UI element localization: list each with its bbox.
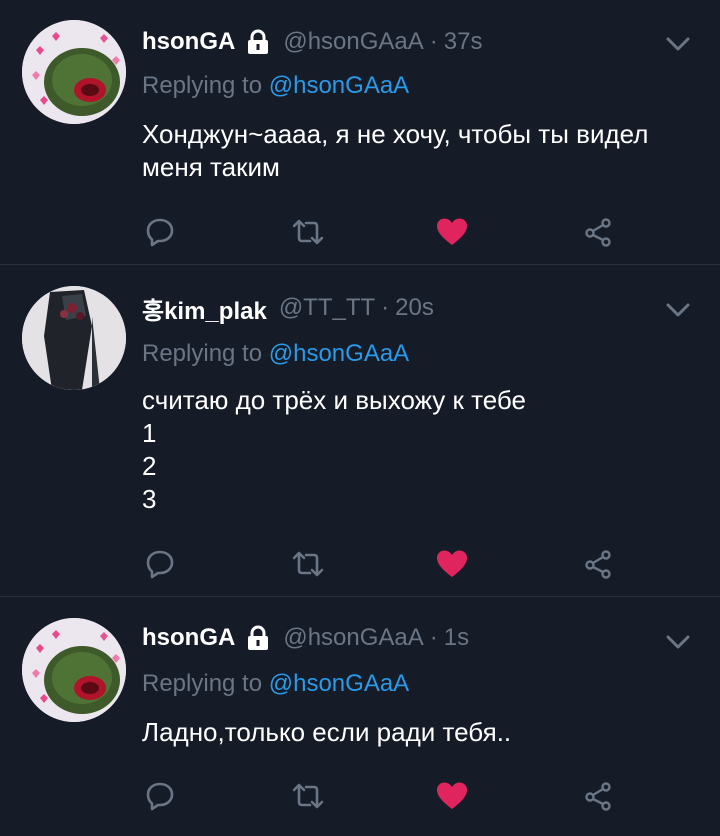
username[interactable]: @TT_TT: [279, 294, 375, 322]
reply-icon[interactable]: [140, 776, 180, 816]
retweet-icon[interactable]: [288, 776, 328, 816]
tweet-text-line: считаю до трёх и выхожу к тебе: [142, 385, 526, 415]
display-name[interactable]: 홍kim_plak: [142, 291, 267, 326]
tweet[interactable]: hsonGA @hsonGAaA · 37s Replying to @hson…: [0, 0, 720, 265]
tweet-actions: [0, 776, 720, 816]
username[interactable]: @hsonGAaA: [283, 28, 423, 56]
retweet-icon[interactable]: [288, 212, 328, 252]
replying-to: Replying to @hsonGAaA: [142, 670, 409, 698]
share-icon[interactable]: [578, 544, 618, 584]
chevron-down-icon[interactable]: [662, 294, 694, 326]
tweet-text: считаю до трёх и выхожу к тебе 1 2 3: [142, 384, 702, 516]
lock-icon: [245, 29, 271, 55]
chevron-down-icon[interactable]: [662, 28, 694, 60]
share-icon[interactable]: [578, 776, 618, 816]
tweet-header: hsonGA @hsonGAaA · 37s: [142, 22, 482, 62]
mention-link[interactable]: @hsonGAaA: [269, 72, 409, 99]
heart-icon[interactable]: [432, 544, 472, 584]
tweet-text-line: Ладно,только если ради тебя..: [142, 717, 512, 747]
tweet-header: 홍kim_plak @TT_TT · 20s: [142, 288, 434, 328]
timestamp[interactable]: 20s: [395, 294, 434, 322]
replying-prefix: Replying to: [142, 670, 269, 697]
display-name[interactable]: hsonGA: [142, 28, 235, 56]
tweet-actions: [0, 212, 720, 252]
timeline: hsonGA @hsonGAaA · 37s Replying to @hson…: [0, 0, 720, 836]
share-icon[interactable]: [578, 212, 618, 252]
lock-icon: [245, 625, 271, 651]
mention-link[interactable]: @hsonGAaA: [269, 670, 409, 697]
tweet-text-line: 1: [142, 418, 157, 448]
username[interactable]: @hsonGAaA: [283, 624, 423, 652]
replying-prefix: Replying to: [142, 72, 269, 99]
replying-to: Replying to @hsonGAaA: [142, 72, 409, 100]
avatar[interactable]: [22, 20, 126, 124]
timestamp[interactable]: 1s: [444, 624, 469, 652]
separator: ·: [429, 28, 438, 55]
tweet-text: Ладно,только если ради тебя..: [142, 716, 702, 749]
retweet-icon[interactable]: [288, 544, 328, 584]
tweet-actions: [0, 544, 720, 584]
display-name[interactable]: hsonGA: [142, 624, 235, 652]
replying-to: Replying to @hsonGAaA: [142, 340, 409, 368]
tweet[interactable]: 홍kim_plak @TT_TT · 20s Replying to @hson…: [0, 264, 720, 597]
separator: ·: [429, 624, 438, 651]
heart-icon[interactable]: [432, 776, 472, 816]
reply-icon[interactable]: [140, 544, 180, 584]
tweet-header: hsonGA @hsonGAaA · 1s: [142, 618, 469, 658]
replying-prefix: Replying to: [142, 340, 269, 367]
tweet-text-line: 2: [142, 451, 157, 481]
tweet-text-line: 3: [142, 484, 157, 514]
timestamp[interactable]: 37s: [444, 28, 483, 56]
heart-icon[interactable]: [432, 212, 472, 252]
tweet[interactable]: hsonGA @hsonGAaA · 1s Replying to @hsonG…: [0, 596, 720, 836]
tweet-text: Хонджун~аааа, я не хочу, чтобы ты видел …: [142, 118, 702, 184]
tweet-text-line: Хонджун~аааа, я не хочу, чтобы ты видел: [142, 119, 649, 149]
tweet-text-line: меня таким: [142, 152, 280, 182]
avatar[interactable]: [22, 618, 126, 722]
separator: ·: [381, 294, 390, 321]
reply-icon[interactable]: [140, 212, 180, 252]
avatar[interactable]: [22, 286, 126, 390]
chevron-down-icon[interactable]: [662, 626, 694, 658]
mention-link[interactable]: @hsonGAaA: [269, 340, 409, 367]
